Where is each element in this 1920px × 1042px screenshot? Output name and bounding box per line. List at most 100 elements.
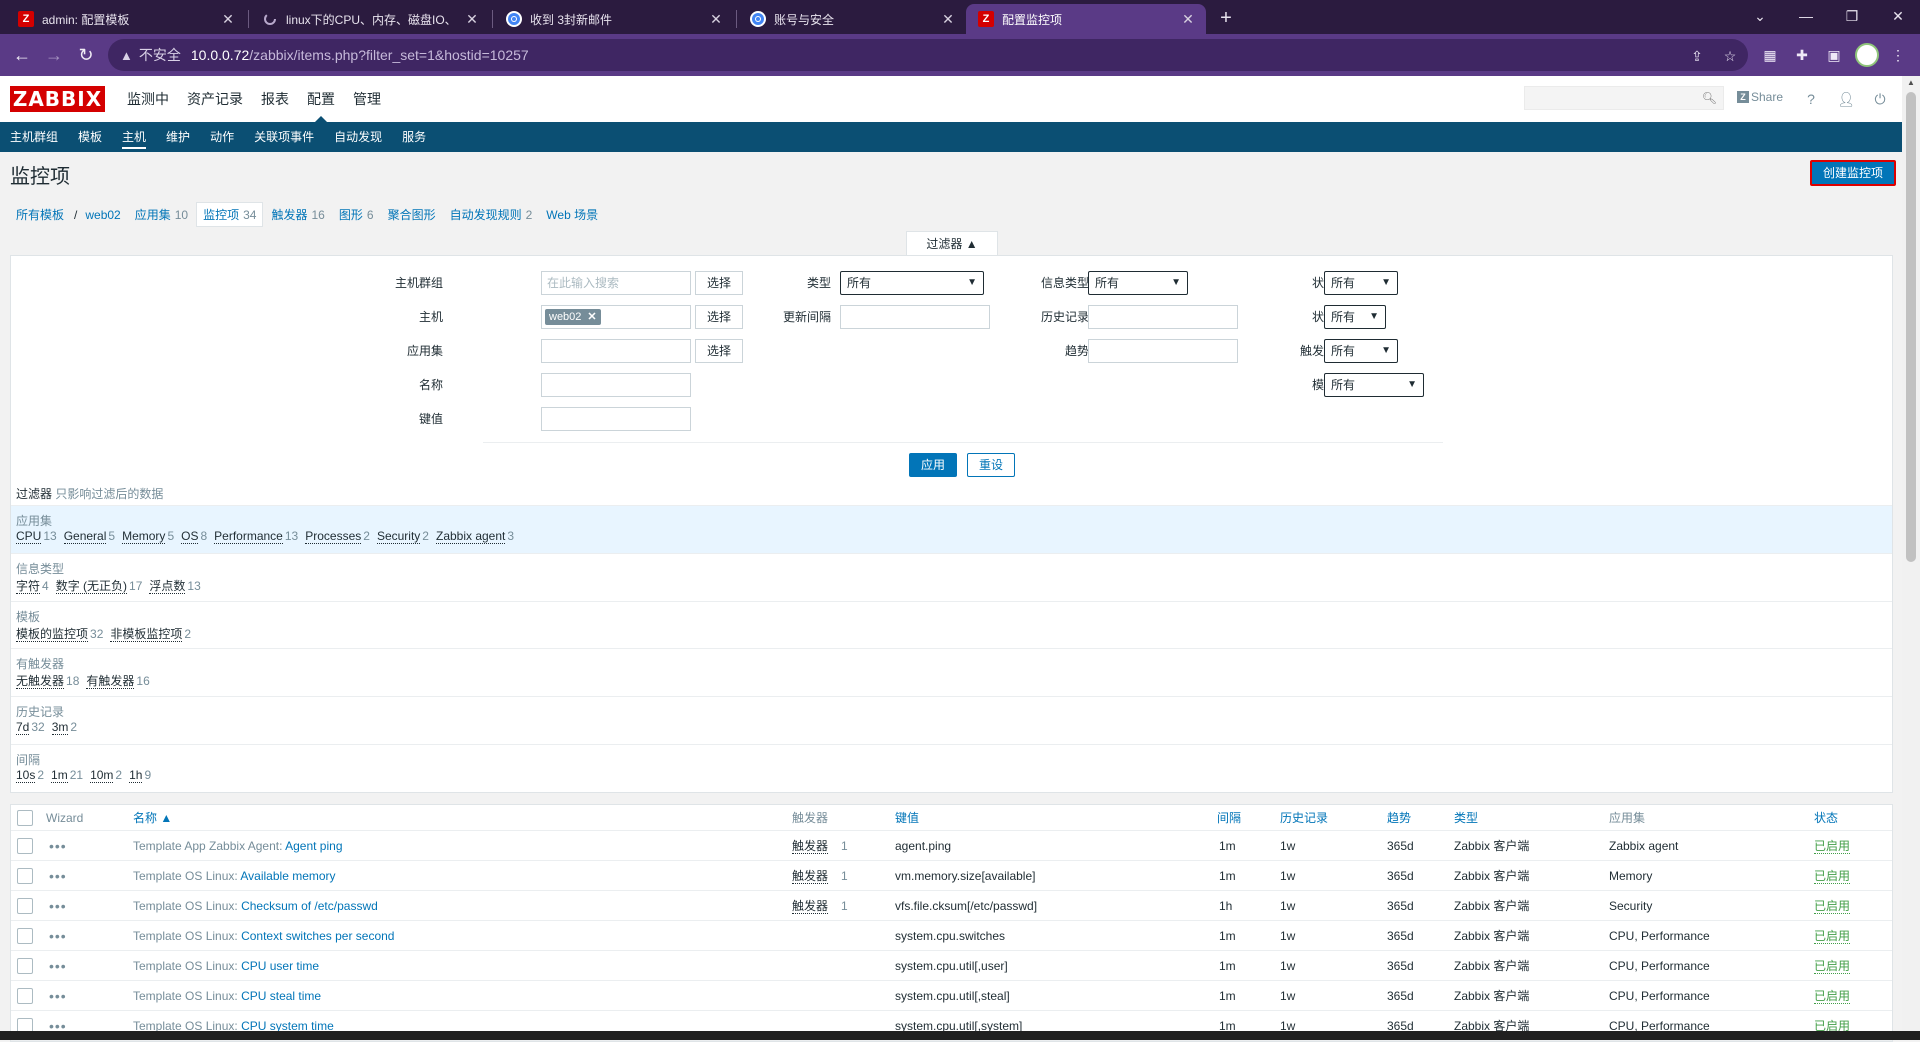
template-link[interactable]: Template OS Linux: (133, 989, 238, 1003)
subfilter-option[interactable]: 非模板监控项 2 (110, 625, 191, 642)
address-bar[interactable]: ▲ 不安全 10.0.0.72/zabbix/items.php?filter_… (108, 39, 1748, 71)
triggers-link[interactable]: 触发器 (792, 899, 829, 914)
row-checkbox[interactable] (17, 928, 33, 944)
col-key-sort[interactable]: 键值 (895, 805, 919, 831)
row-menu-dots-icon[interactable]: ••• (49, 861, 67, 891)
browser-menu-icon[interactable]: ⋮ (1888, 45, 1908, 65)
item-name-link[interactable]: CPU steal time (241, 989, 321, 1003)
submenu-correlation[interactable]: 关联项事件 (244, 122, 324, 152)
tab-web-scenarios[interactable]: Web 场景 (540, 203, 604, 226)
subfilter-option[interactable]: Performance 13 (214, 529, 298, 544)
row-checkbox[interactable] (17, 958, 33, 974)
item-name-link[interactable]: CPU user time (241, 959, 319, 973)
status-toggle-link[interactable]: 已启用 (1814, 959, 1851, 974)
template-link[interactable]: Template OS Linux: (133, 869, 238, 883)
close-tab-icon[interactable]: ✕ (464, 11, 480, 27)
share-link[interactable]: Z Share (1737, 90, 1783, 104)
subfilter-option[interactable]: General 5 (63, 529, 115, 544)
triggers-link[interactable]: 触发器 (792, 839, 829, 854)
row-menu-dots-icon[interactable]: ••• (49, 951, 67, 981)
search-icon[interactable]: 🔍︎ (1702, 91, 1717, 105)
history-input[interactable] (1088, 305, 1238, 329)
item-name-link[interactable]: Agent ping (285, 839, 342, 853)
row-checkbox[interactable] (17, 898, 33, 914)
subfilter-option[interactable]: 3m 2 (51, 720, 77, 736)
browser-tab[interactable]: Z admin: 配置模板 ✕ (6, 4, 246, 34)
template-select[interactable]: 所有 ▼ (1324, 373, 1424, 397)
subfilter-option[interactable]: 模板的监控项 32 (16, 625, 103, 642)
tab-discovery-rules[interactable]: 自动发现规则 2 (444, 203, 539, 226)
bookmark-star-icon[interactable]: ☆ (1720, 46, 1740, 66)
template-link[interactable]: Template App Zabbix Agent: (133, 839, 282, 853)
submenu-maintenance[interactable]: 维护 (156, 122, 200, 152)
zabbix-logo[interactable]: ZABBIX (10, 86, 105, 112)
remove-chip-icon[interactable]: ✕ (587, 309, 596, 325)
info-type-select[interactable]: 所有 ▼ (1088, 271, 1188, 295)
browser-tab-active[interactable]: Z 配置监控项 ✕ (966, 4, 1206, 34)
reload-icon[interactable]: ↻ (74, 43, 98, 67)
apply-filter-button[interactable]: 应用 (909, 453, 957, 477)
tab-graphs[interactable]: 图形 6 (333, 203, 380, 226)
type-select[interactable]: 所有 ▼ (840, 271, 984, 295)
tab-triggers[interactable]: 触发器 16 (265, 203, 330, 226)
close-tab-icon[interactable]: ✕ (220, 11, 236, 27)
subfilter-option[interactable]: 1m 21 (51, 767, 83, 783)
template-link[interactable]: Template OS Linux: (133, 899, 238, 913)
row-checkbox[interactable] (17, 838, 33, 854)
help-icon[interactable]: ? (1801, 89, 1821, 109)
col-type-sort[interactable]: 类型 (1454, 805, 1478, 831)
col-name-sort[interactable]: 名称 ▲ (133, 805, 172, 831)
status-toggle-link[interactable]: 已启用 (1814, 869, 1851, 884)
back-arrow-icon[interactable]: ← (10, 43, 34, 67)
application-select-button[interactable]: 选择 (695, 339, 743, 363)
menu-monitoring[interactable]: 监测中 (118, 76, 178, 122)
new-tab-button[interactable]: + (1213, 6, 1239, 32)
status-toggle-link[interactable]: 已启用 (1814, 839, 1851, 854)
name-input[interactable] (541, 373, 691, 397)
submenu-templates[interactable]: 模板 (68, 122, 112, 152)
global-search-input[interactable]: 🔍︎ (1524, 86, 1724, 110)
hostgroup-input[interactable]: 在此输入搜索 (541, 271, 691, 295)
close-tab-icon[interactable]: ✕ (940, 11, 956, 27)
subfilter-option[interactable]: Security 2 (376, 529, 429, 544)
subfilter-option[interactable]: CPU 13 (16, 529, 57, 544)
menu-administration[interactable]: 管理 (344, 76, 390, 122)
profile-avatar[interactable] (1855, 43, 1879, 67)
item-name-link[interactable]: Checksum of /etc/passwd (241, 899, 378, 913)
page-scrollbar[interactable]: ▲ (1902, 76, 1920, 1031)
filter-toggle-tab[interactable]: 过滤器 ▲ (906, 231, 998, 255)
logout-power-icon[interactable]: ⏻ (1870, 89, 1890, 109)
subfilter-option[interactable]: 数字 (无正负) 17 (55, 577, 142, 594)
breadcrumb-host[interactable]: web02 (79, 205, 126, 225)
item-name-link[interactable]: Available memory (240, 869, 335, 883)
state-select[interactable]: 所有 ▼ (1324, 271, 1398, 295)
tab-items[interactable]: 监控项 34 (196, 202, 264, 227)
interval-input[interactable] (840, 305, 990, 329)
application-input[interactable] (541, 339, 691, 363)
subfilter-option[interactable]: 浮点数 13 (149, 577, 201, 594)
tab-screens[interactable]: 聚合图形 (382, 203, 442, 226)
template-link[interactable]: Template OS Linux: (133, 959, 238, 973)
breadcrumb-all-templates[interactable]: 所有模板 (10, 203, 70, 226)
triggers-link[interactable]: 触发器 (792, 869, 829, 884)
close-tab-icon[interactable]: ✕ (1180, 11, 1196, 27)
key-input[interactable] (541, 407, 691, 431)
browser-tab[interactable]: 收到 3封新邮件 ✕ (494, 4, 734, 34)
status-toggle-link[interactable]: 已启用 (1814, 929, 1851, 944)
col-interval-sort[interactable]: 间隔 (1217, 805, 1241, 831)
submenu-host-groups[interactable]: 主机群组 (0, 122, 68, 152)
col-status-sort[interactable]: 状态 (1814, 805, 1838, 831)
subfilter-option[interactable]: 有触发器 16 (86, 672, 150, 690)
subfilter-option[interactable]: Processes 2 (305, 529, 370, 544)
menu-reports[interactable]: 报表 (252, 76, 298, 122)
row-menu-dots-icon[interactable]: ••• (49, 921, 67, 951)
share-page-icon[interactable]: ⇪ (1687, 46, 1707, 66)
subfilter-option[interactable]: Zabbix agent 3 (435, 529, 514, 544)
scrollbar-thumb[interactable] (1906, 92, 1916, 562)
row-checkbox[interactable] (17, 988, 33, 1004)
browser-tab[interactable]: linux下的CPU、内存、磁盘IO、 ✕ (250, 4, 490, 34)
restore-button[interactable]: ❐ (1832, 4, 1872, 28)
hostgroup-select-button[interactable]: 选择 (695, 271, 743, 295)
scroll-up-icon[interactable]: ▲ (1907, 78, 1915, 87)
row-menu-dots-icon[interactable]: ••• (49, 981, 67, 1011)
